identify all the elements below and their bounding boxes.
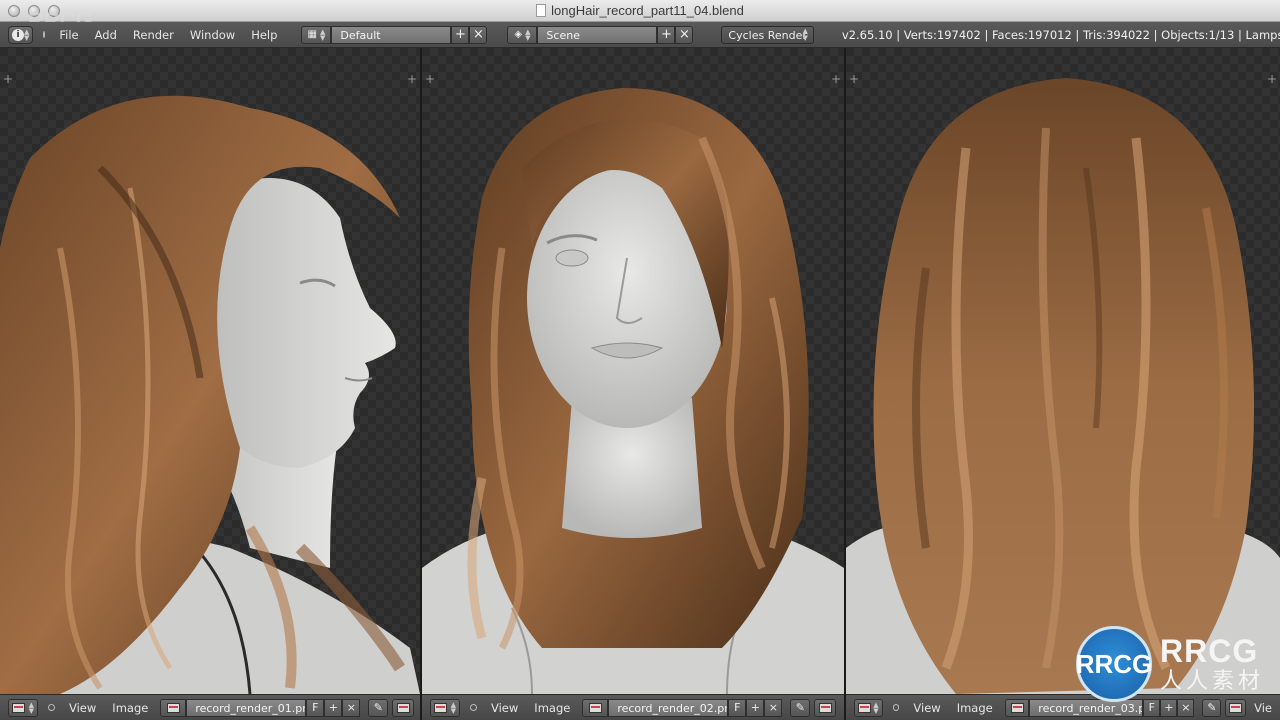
render-engine-dropdown[interactable]: Cycles Render ▲ ▼ — [721, 25, 814, 44]
image-icon — [1229, 702, 1243, 713]
image-viewport-1[interactable]: + + — [0, 48, 420, 694]
pin-icon[interactable]: ✎ — [790, 698, 811, 717]
menu-render[interactable]: Render — [125, 28, 182, 42]
updown-arrows-icon: ▲ ▼ — [802, 26, 808, 42]
corner-widget-icon[interactable]: + — [849, 73, 859, 85]
image-editor-header-1: ▲ ▼ View Image record_render_01.png F + ×… — [0, 694, 420, 720]
image-editor-icon — [858, 702, 871, 713]
render-image-side-profile — [0, 95, 420, 694]
scene-icon: ◈ — [514, 29, 523, 40]
scene-stats: v2.65.10 | Verts:197402 | Faces:197012 |… — [841, 27, 1280, 42]
watermark-brand-cn: 人人素材 — [1160, 668, 1265, 693]
info-header: i ▲ ▼ File Add Render Window Help ▦ ▲ ▼ Def… — [0, 22, 1280, 48]
screen-layout-group: ▦ ▲ ▼ Default + × — [301, 25, 488, 44]
unlink-image-button[interactable]: × — [342, 698, 361, 717]
unlink-image-button[interactable]: × — [1177, 698, 1195, 717]
new-image-button[interactable]: + — [324, 698, 343, 717]
menu-image[interactable]: Image — [104, 701, 156, 715]
render-image-front — [422, 88, 844, 694]
image-mode-button[interactable] — [1225, 698, 1247, 717]
image-editor-header-3: ▲▼ View Image record_render_03.png F + ×… — [846, 694, 1280, 720]
watermark-logo: RRCG — [1076, 626, 1152, 702]
image-icon — [818, 702, 832, 713]
image-browse-button[interactable] — [160, 698, 187, 717]
unlink-image-button[interactable]: × — [764, 698, 783, 717]
collapse-menus-icon[interactable] — [43, 31, 46, 38]
new-image-button[interactable]: + — [746, 698, 765, 717]
screen-layout-browse-button[interactable]: ▦ ▲ ▼ — [301, 25, 332, 44]
scene-name-field[interactable]: Scene — [537, 25, 658, 44]
menu-image[interactable]: Image — [949, 701, 1001, 715]
image-name-field[interactable]: record_render_01.png — [186, 698, 307, 717]
scene-browse-button[interactable]: ◈ ▲ ▼ — [507, 25, 538, 44]
collapse-menus-icon[interactable] — [48, 704, 55, 711]
fake-user-button[interactable]: F — [728, 698, 747, 717]
corner-widget-icon[interactable]: + — [1267, 73, 1277, 85]
menu-view[interactable]: View — [61, 701, 104, 715]
updown-arrows-icon: ▲ ▼ — [24, 27, 30, 42]
editor-type-selector[interactable]: ▲ ▼ — [430, 698, 460, 717]
image-editor-icon — [434, 702, 447, 713]
grid-layout-icon: ▦ — [307, 29, 317, 40]
editor-type-selector[interactable]: i ▲ ▼ — [8, 25, 34, 44]
collapse-menus-icon[interactable] — [470, 704, 477, 711]
menu-view[interactable]: View — [905, 701, 948, 715]
menu-add[interactable]: Add — [87, 28, 125, 42]
render-image-back — [846, 78, 1280, 694]
info-icon: i — [12, 28, 24, 41]
image-browse-button[interactable] — [1004, 698, 1030, 717]
fake-user-button[interactable]: F — [1143, 698, 1161, 717]
image-editor-header-2: ▲ ▼ View Image record_render_02.png F + ×… — [422, 694, 844, 720]
image-name-field[interactable]: record_render_02.png — [608, 698, 729, 717]
window-title: longHair_record_part11_04.blend — [0, 3, 1280, 18]
image-viewport-2[interactable]: + + — [422, 48, 844, 694]
screen-layout-name-field[interactable]: Default — [331, 25, 452, 44]
corner-widget-icon[interactable]: + — [3, 73, 13, 85]
image-editor-icon — [12, 702, 25, 713]
editor-type-selector[interactable]: ▲ ▼ — [854, 698, 883, 717]
watermark-text: RRCG 人人素材 — [1160, 634, 1264, 694]
corner-widget-icon[interactable]: + — [425, 73, 435, 85]
remove-screen-button[interactable]: × — [469, 25, 488, 44]
corner-widget-icon[interactable]: + — [831, 73, 841, 85]
add-screen-button[interactable]: + — [451, 25, 470, 44]
window-title-bar: RRCG longHair_record_part11_04.blend — [0, 0, 1280, 33]
pin-icon[interactable]: ✎ — [368, 698, 389, 717]
menu-window[interactable]: Window — [182, 28, 243, 42]
updown-arrows-icon: ▲ ▼ — [319, 27, 326, 42]
updown-arrows-icon: ▲ ▼ — [873, 700, 879, 715]
remove-scene-button[interactable]: × — [675, 25, 694, 44]
image-mode-button[interactable] — [392, 698, 415, 717]
image-icon — [396, 702, 410, 713]
image-icon — [588, 702, 602, 713]
menu-help[interactable]: Help — [243, 28, 285, 42]
menu-file[interactable]: File — [51, 28, 86, 42]
new-image-button[interactable]: + — [1160, 698, 1178, 717]
menu-image[interactable]: Image — [526, 701, 578, 715]
fake-user-button[interactable]: F — [306, 698, 325, 717]
updown-arrows-icon: ▲ ▼ — [28, 700, 34, 715]
watermark-brand: RRCG — [1160, 633, 1259, 669]
updown-arrows-icon: ▲ ▼ — [450, 700, 456, 715]
pin-icon[interactable]: ✎ — [1202, 698, 1222, 717]
image-mode-button[interactable] — [814, 698, 837, 717]
collapse-menus-icon[interactable] — [892, 704, 900, 711]
scene-group: ◈ ▲ ▼ Scene + × — [507, 25, 694, 44]
editor-type-selector[interactable]: ▲ ▼ — [8, 698, 38, 717]
image-browse-button[interactable] — [582, 698, 609, 717]
image-viewport-3[interactable]: + + — [846, 48, 1280, 694]
menu-view[interactable]: View — [483, 701, 526, 715]
document-icon — [536, 4, 547, 17]
image-icon — [1010, 702, 1024, 713]
updown-arrows-icon: ▲ ▼ — [525, 27, 531, 42]
menu-view-truncated[interactable]: Vie — [1246, 701, 1280, 715]
corner-widget-icon[interactable]: + — [407, 73, 417, 85]
image-icon — [166, 702, 180, 713]
image-name-field[interactable]: record_render_03.png — [1029, 698, 1144, 717]
add-scene-button[interactable]: + — [657, 25, 676, 44]
